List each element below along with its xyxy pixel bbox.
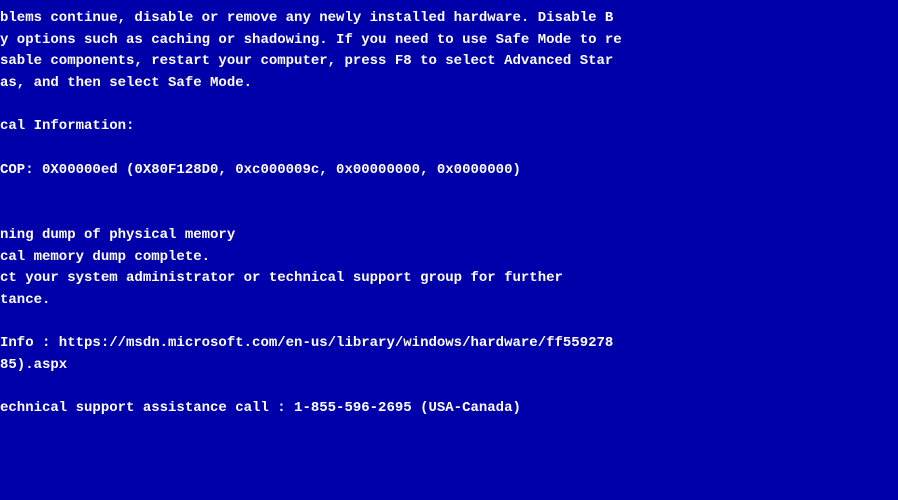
bsod-screen: blems continue, disable or remove any ne…: [0, 0, 898, 500]
bsod-text-content: blems continue, disable or remove any ne…: [0, 0, 898, 500]
